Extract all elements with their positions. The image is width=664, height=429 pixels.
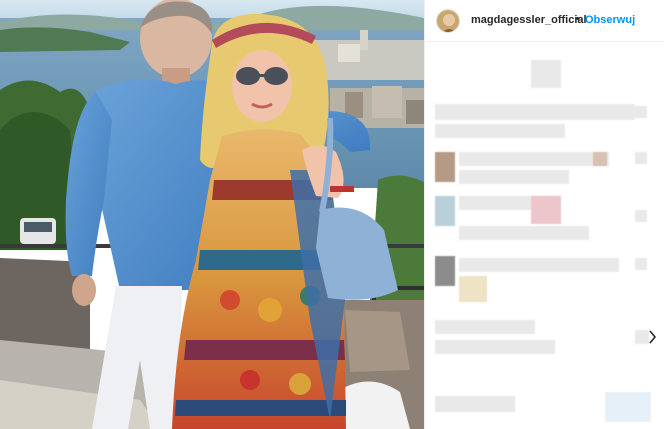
blurred-block [605,392,651,422]
blurred-block [635,210,647,222]
blurred-block [459,258,619,272]
blurred-block [593,152,607,166]
post-header: magdagessler_official • Obserwuj [425,0,664,42]
blurred-avatar [435,256,455,286]
username-link[interactable]: magdagessler_official [471,14,587,26]
blurred-block [531,196,561,224]
blurred-block [435,104,635,120]
post-side-panel: magdagessler_official • Obserwuj [424,0,664,429]
blurred-block [459,152,609,166]
blurred-block [435,320,535,334]
blurred-block [635,330,649,344]
blurred-block [635,106,647,118]
post-image [0,0,424,429]
blurred-block [435,396,515,412]
blurred-block [435,340,555,354]
avatar-image [437,10,459,32]
blurred-avatar [435,196,455,226]
blurred-avatar [435,152,455,182]
blurred-block [459,276,487,302]
blurred-block [635,152,647,164]
separator-dot: • [576,13,580,25]
blurred-block [635,258,647,270]
more-icon[interactable] [649,330,657,344]
avatar[interactable] [436,9,460,33]
blurred-block [435,124,565,138]
follow-button[interactable]: Obserwuj [585,14,635,26]
blurred-block [459,170,569,184]
blurred-block [459,226,589,240]
blurred-block [531,60,561,88]
post-photo[interactable] [0,0,424,429]
